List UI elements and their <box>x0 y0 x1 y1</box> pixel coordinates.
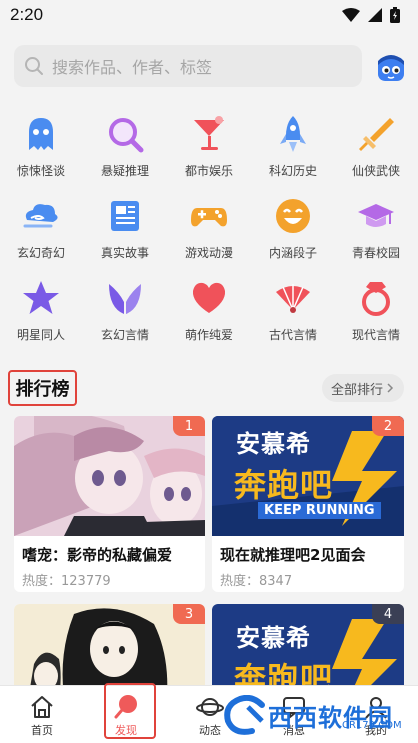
category-label: 青春校园 <box>351 246 400 260</box>
battery-icon <box>390 7 400 23</box>
cocktail-icon <box>189 114 229 154</box>
all-ranking-button[interactable]: 全部排行 <box>322 374 404 402</box>
gamepad-icon <box>189 196 229 236</box>
smiley-icon <box>273 196 313 236</box>
home-icon <box>28 694 56 720</box>
ranking-card[interactable]: 安慕希 奔跑吧 KEEP RUNNING 2 现在就推理吧2见面会 热度：834… <box>212 416 404 592</box>
category-label: 玄幻奇幻 <box>16 246 65 260</box>
rocket-icon <box>273 114 313 154</box>
search-icon <box>25 57 43 75</box>
rank-badge: 4 <box>372 604 404 624</box>
magnifier-icon <box>105 114 145 154</box>
chevron-right-icon <box>387 383 394 393</box>
search-row: 搜索作品、作者、标签 <box>0 30 418 102</box>
category-item-scifi[interactable]: 科幻历史 <box>253 108 333 180</box>
newspaper-icon <box>105 196 145 236</box>
category-label: 内涵段子 <box>268 246 317 260</box>
cover-show-text: 奔跑吧 <box>234 466 334 504</box>
ghost-icon <box>21 114 61 154</box>
search-input[interactable]: 搜索作品、作者、标签 <box>14 45 362 87</box>
star-icon <box>21 278 61 318</box>
category-label: 游戏动漫 <box>184 246 233 260</box>
ring-icon <box>356 278 396 318</box>
cover-brand-text: 安慕希 <box>236 430 311 458</box>
site-watermark: 西西软件园 CR173.COM <box>222 690 412 740</box>
book-heat: 热度：8347 <box>220 574 293 589</box>
category-label: 悬疑推理 <box>100 164 149 178</box>
book-heat: 热度：123779 <box>22 574 111 589</box>
ranking-card[interactable]: 安慕希 奔跑吧 4 <box>212 604 404 694</box>
category-label: 科幻历史 <box>268 164 317 178</box>
category-label: 现代言情 <box>351 328 400 342</box>
discover-tab-highlight <box>104 683 156 739</box>
book-title: 嗜宠：影帝的私藏偏爱 <box>22 546 173 564</box>
all-ranking-label: 全部排行 <box>330 382 383 398</box>
rank-badge: 3 <box>173 604 205 624</box>
category-item-fantasy[interactable]: 玄幻奇幻 <box>1 190 81 262</box>
category-item-fantasy-romance[interactable]: 玄幻言情 <box>85 272 165 344</box>
category-grid: 惊悚怪谈 悬疑推理 都市娱乐 科幻历史 仙侠武侠 玄幻奇幻 真实故事 游戏动漫 … <box>0 108 418 360</box>
search-placeholder: 搜索作品、作者、标签 <box>52 58 213 77</box>
system-icons <box>342 7 400 23</box>
tab-label: 动态 <box>199 724 221 737</box>
cover-brand-text: 安慕希 <box>236 624 311 652</box>
cover-tagline-text: KEEP RUNNING <box>258 502 381 519</box>
cloud-icon <box>21 196 61 236</box>
rank-badge: 1 <box>173 416 205 436</box>
category-label: 萌作纯爱 <box>184 328 233 342</box>
rank-badge: 2 <box>372 416 404 436</box>
category-label: 仙侠武侠 <box>351 164 400 178</box>
ranking-title: 排行榜 <box>8 370 77 406</box>
category-item-ancient-romance[interactable]: 古代言情 <box>253 272 333 344</box>
ranking-card[interactable]: 3 <box>14 604 205 694</box>
watermark-subtext: CR173.COM <box>342 720 402 731</box>
category-item-true-story[interactable]: 真实故事 <box>85 190 165 262</box>
fan-icon <box>273 278 313 318</box>
planet-icon <box>196 694 224 720</box>
category-item-games[interactable]: 游戏动漫 <box>169 190 249 262</box>
mascot-avatar-icon <box>378 55 404 81</box>
category-label: 真实故事 <box>100 246 149 260</box>
category-item-xianxia[interactable]: 仙侠武侠 <box>336 108 416 180</box>
category-item-campus[interactable]: 青春校园 <box>336 190 416 262</box>
ranking-header: 排行榜 全部排行 <box>0 366 418 410</box>
category-label: 玄幻言情 <box>100 328 149 342</box>
category-label: 古代言情 <box>268 328 317 342</box>
category-item-jokes[interactable]: 内涵段子 <box>253 190 333 262</box>
tab-home[interactable]: 首页 <box>0 686 84 743</box>
graduation-cap-icon <box>356 196 396 236</box>
status-time: 2:20 <box>10 5 44 24</box>
category-item-pure-love[interactable]: 萌作纯爱 <box>169 272 249 344</box>
category-item-mystery[interactable]: 悬疑推理 <box>85 108 165 180</box>
category-item-fan-fiction[interactable]: 明星同人 <box>1 272 81 344</box>
status-bar: 2:20 <box>0 0 418 30</box>
sword-icon <box>356 114 396 154</box>
signal-icon <box>368 8 382 22</box>
wifi-icon <box>342 8 360 22</box>
tab-label: 首页 <box>31 724 53 737</box>
category-label: 惊悚怪谈 <box>16 164 65 178</box>
book-title: 现在就推理吧2见面会 <box>220 546 366 564</box>
ranking-card[interactable]: 1 嗜宠：影帝的私藏偏爱 热度：123779 <box>14 416 205 592</box>
user-avatar-button[interactable] <box>376 53 406 83</box>
category-label: 都市娱乐 <box>184 164 233 178</box>
watermark-logo-icon <box>224 695 265 735</box>
category-item-urban[interactable]: 都市娱乐 <box>169 108 249 180</box>
wings-icon <box>105 278 145 318</box>
category-item-modern-romance[interactable]: 现代言情 <box>336 272 416 344</box>
category-label: 明星同人 <box>16 328 65 342</box>
category-item-horror[interactable]: 惊悚怪谈 <box>1 108 81 180</box>
heart-icon <box>189 278 229 318</box>
